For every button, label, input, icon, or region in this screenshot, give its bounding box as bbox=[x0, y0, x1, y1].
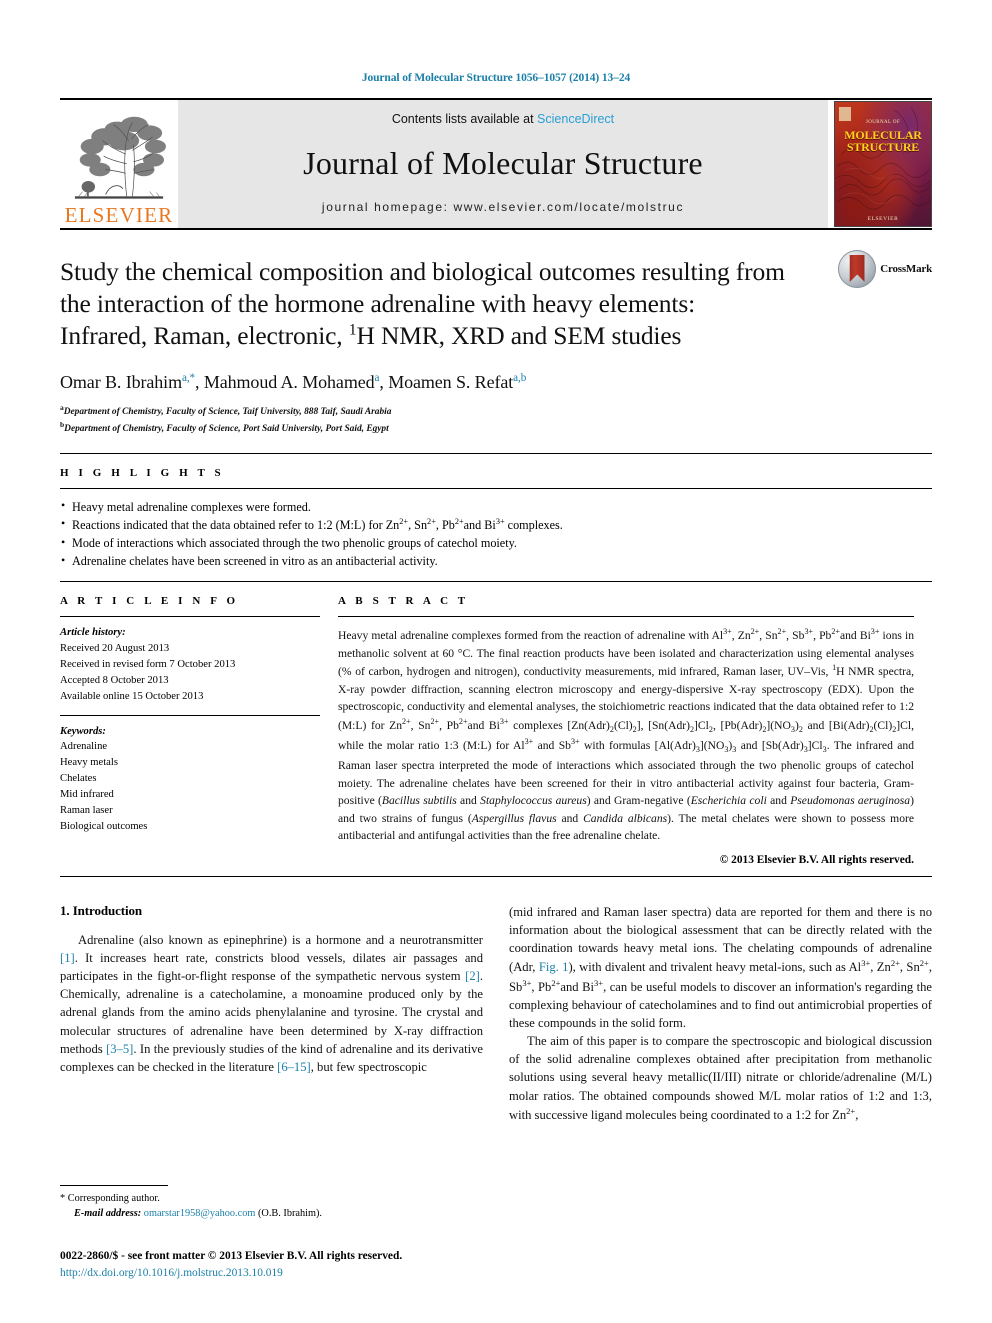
article-history-block: Article history: Received 20 August 2013… bbox=[60, 617, 320, 714]
abstract-heading: A B S T R A C T bbox=[338, 595, 469, 608]
body-columns: 1. Introduction Adrenaline (also known a… bbox=[60, 877, 932, 1124]
history-item: Accepted 8 October 2013 bbox=[60, 674, 169, 686]
figure-ref[interactable]: Fig. 1 bbox=[539, 961, 569, 975]
publisher-logo: ELSEVIER bbox=[60, 100, 178, 228]
cover-publisher-name: ELSEVIER bbox=[867, 216, 899, 222]
journal-masthead: ELSEVIER Contents lists available at Sci… bbox=[60, 98, 932, 228]
keyword-item: Mid infrared bbox=[60, 789, 114, 801]
affiliation-b: bDepartment of Chemistry, Faculty of Sci… bbox=[60, 420, 932, 437]
author-3-affil-marker[interactable]: a,b bbox=[513, 372, 526, 384]
email-link[interactable]: omarstar1958@yahoo.com bbox=[144, 1208, 256, 1219]
contents-prefix: Contents lists available at bbox=[391, 112, 538, 126]
author-3: Moamen S. Refat bbox=[388, 372, 514, 393]
keyword-item: Adrenaline bbox=[60, 741, 108, 753]
title-line-1: Study the chemical composition and biolo… bbox=[60, 257, 785, 286]
title-line-3-b: H NMR, XRD and SEM studies bbox=[356, 321, 682, 351]
email-label: E-mail address: bbox=[74, 1208, 142, 1220]
journal-title: Journal of Molecular Structure bbox=[303, 144, 703, 181]
highlights-list: Heavy metal adrenaline complexes were fo… bbox=[60, 489, 932, 581]
abstract-copyright: © 2013 Elsevier B.V. All rights reserved… bbox=[719, 853, 914, 866]
keyword-item: Chelates bbox=[60, 773, 97, 785]
contents-available-line: Contents lists available at ScienceDirec… bbox=[392, 112, 614, 126]
email-note: E-mail address: omarstar1958@yahoo.com (… bbox=[60, 1206, 483, 1221]
journal-cover-thumbnail: JOURNAL OF MOLECULAR STRUCTURE ELSEVIER bbox=[834, 101, 932, 227]
highlight-item: Mode of interactions which associated th… bbox=[60, 534, 932, 552]
author-1: Omar B. Ibrahim bbox=[60, 372, 182, 393]
title-block: CrossMark Study the chemical composition… bbox=[60, 228, 932, 437]
page-title: Study the chemical composition and biolo… bbox=[60, 256, 850, 352]
history-item: Received 20 August 2013 bbox=[60, 643, 170, 655]
history-item: Received in revised form 7 October 2013 bbox=[60, 658, 236, 670]
highlight-text: Adrenaline chelates have been screened i… bbox=[72, 554, 438, 569]
body-column-right: (mid infrared and Raman laser spectra) d… bbox=[509, 903, 932, 1124]
article-info-heading: A R T I C L E I N F O bbox=[60, 595, 239, 608]
affiliation-a: aDepartment of Chemistry, Faculty of Sci… bbox=[60, 403, 932, 420]
history-item: Available online 15 October 2013 bbox=[60, 690, 204, 702]
title-line-2: the interaction of the hormone adrenalin… bbox=[60, 289, 696, 319]
body-column-left: 1. Introduction Adrenaline (also known a… bbox=[60, 903, 483, 1124]
abstract-text: Heavy metal adrenaline complexes formed … bbox=[338, 627, 915, 843]
intro-paragraph-right-1: (mid infrared and Raman laser spectra) d… bbox=[509, 904, 933, 1031]
issn-copyright-line: 0022-2860/$ - see front matter © 2013 El… bbox=[60, 1250, 403, 1262]
cover-publisher-mark bbox=[839, 107, 851, 121]
masthead-right: JOURNAL OF MOLECULAR STRUCTURE ELSEVIER bbox=[828, 100, 932, 228]
author-2: Mahmoud A. Mohamed bbox=[203, 372, 375, 393]
sciencedirect-link[interactable]: ScienceDirect bbox=[537, 112, 614, 126]
page-footer: 0022-2860/$ - see front matter © 2013 El… bbox=[60, 1248, 620, 1281]
article-history-label: Article history: bbox=[60, 627, 126, 639]
highlights-section: H I G H L I G H T S Heavy metal adrenali… bbox=[60, 452, 932, 583]
abstract-column: A B S T R A C T Heavy metal adrenaline c… bbox=[338, 582, 932, 866]
elsevier-wordmark: ELSEVIER bbox=[64, 203, 174, 227]
running-head: Journal of Molecular Structure 1056–1057… bbox=[361, 72, 631, 84]
article-page: Journal of Molecular Structure 1056–1057… bbox=[0, 0, 992, 1323]
cover-subtitle: JOURNAL OF bbox=[865, 120, 901, 125]
journal-homepage-link[interactable]: journal homepage: www.elsevier.com/locat… bbox=[322, 200, 684, 214]
affiliations: aDepartment of Chemistry, Faculty of Sci… bbox=[60, 403, 932, 437]
corresponding-author-note: * Corresponding author. bbox=[60, 1193, 160, 1204]
footnote-rule bbox=[60, 1185, 168, 1186]
footnote-block: * Corresponding author. E-mail address: … bbox=[60, 1185, 483, 1222]
highlight-item: Heavy metal adrenaline complexes were fo… bbox=[60, 497, 932, 516]
highlight-text: Heavy metal adrenaline complexes were fo… bbox=[72, 499, 311, 514]
highlight-item: Reactions indicated that the data obtain… bbox=[60, 515, 932, 534]
affiliation-a-text: Department of Chemistry, Faculty of Scie… bbox=[63, 407, 392, 418]
crossmark-label: CrossMark bbox=[880, 263, 932, 275]
crossmark-icon bbox=[838, 250, 877, 288]
citation-ref[interactable]: [6–15] bbox=[277, 1060, 311, 1074]
citation-ref[interactable]: [3–5] bbox=[106, 1042, 133, 1056]
section-heading-introduction: 1. Introduction bbox=[60, 902, 143, 918]
info-abstract-row: A R T I C L E I N F O Article history: R… bbox=[60, 582, 932, 866]
highlight-text: Mode of interactions which associated th… bbox=[72, 536, 517, 551]
masthead-center: Contents lists available at ScienceDirec… bbox=[178, 100, 828, 228]
email-owner: (O.B. Ibrahim). bbox=[257, 1208, 323, 1220]
intro-paragraph-right-2: The aim of this paper is to compare the … bbox=[509, 1034, 932, 1122]
author-list: Omar B. Ibrahima,*, Mahmoud A. Mohameda,… bbox=[60, 372, 527, 393]
doi-link[interactable]: http://dx.doi.org/10.1016/j.molstruc.201… bbox=[60, 1265, 620, 1282]
title-line-3-a: Infrared, Raman, electronic, bbox=[60, 321, 349, 351]
intro-paragraph-left: Adrenaline (also known as epinephrine) i… bbox=[60, 932, 483, 1074]
highlights-heading: H I G H L I G H T S bbox=[60, 466, 225, 479]
keyword-item: Biological outcomes bbox=[60, 820, 148, 832]
citation-ref[interactable]: [1] bbox=[60, 951, 75, 965]
crossmark-badge[interactable]: CrossMark bbox=[838, 250, 932, 288]
affiliation-b-text: Department of Chemistry, Faculty of Scie… bbox=[64, 424, 389, 435]
title-superscript: 1 bbox=[348, 321, 357, 339]
author-1-affil-marker[interactable]: a,* bbox=[182, 372, 195, 384]
article-info-column: A R T I C L E I N F O Article history: R… bbox=[60, 582, 338, 866]
highlight-item: Adrenaline chelates have been screened i… bbox=[60, 552, 932, 570]
author-2-affil-marker[interactable]: a bbox=[375, 372, 380, 384]
keyword-item: Heavy metals bbox=[60, 757, 118, 769]
citation-ref[interactable]: [2] bbox=[465, 969, 480, 983]
keywords-label: Keywords: bbox=[60, 725, 106, 737]
elsevier-tree-icon bbox=[74, 116, 166, 199]
keywords-block: Keywords: Adrenaline Heavy metals Chelat… bbox=[60, 716, 320, 845]
cover-title-line2: STRUCTURE bbox=[846, 140, 920, 154]
keyword-item: Raman laser bbox=[60, 805, 113, 817]
